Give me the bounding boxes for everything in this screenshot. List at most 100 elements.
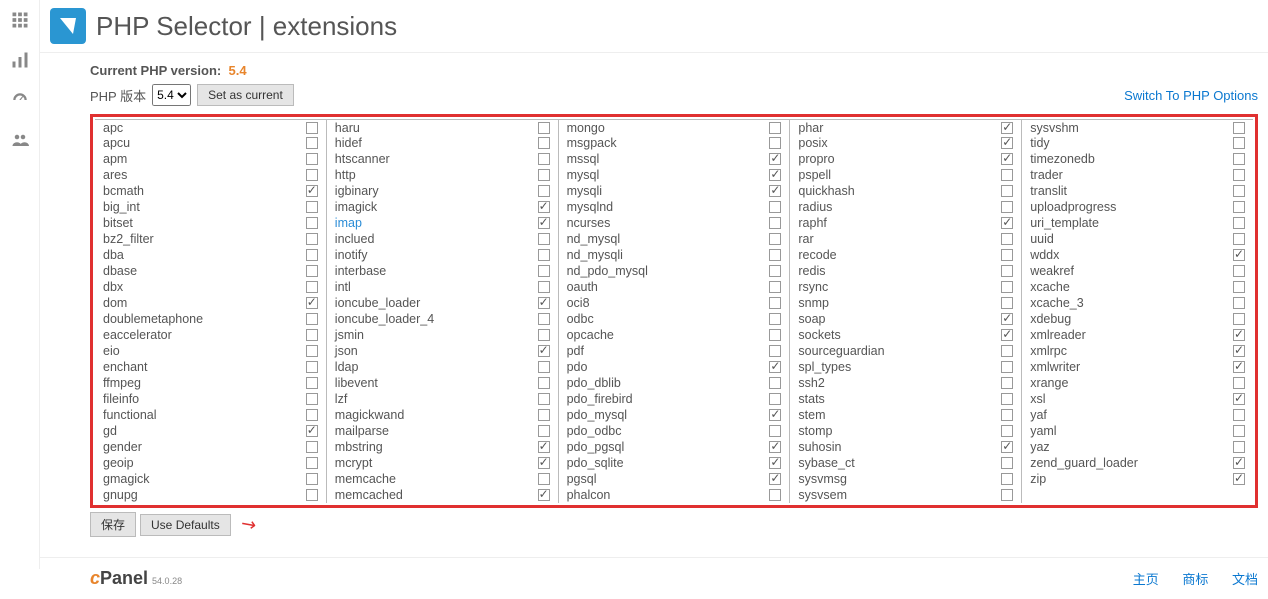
extension-checkbox[interactable] xyxy=(306,377,318,389)
use-defaults-button[interactable]: Use Defaults xyxy=(140,514,231,536)
extension-checkbox[interactable] xyxy=(306,489,318,501)
extension-checkbox[interactable] xyxy=(306,345,318,357)
extension-checkbox[interactable] xyxy=(1233,297,1245,309)
extension-checkbox[interactable] xyxy=(769,313,781,325)
extension-checkbox[interactable] xyxy=(769,122,781,134)
extension-checkbox[interactable] xyxy=(1001,313,1013,325)
extension-checkbox[interactable] xyxy=(769,361,781,373)
extension-checkbox[interactable] xyxy=(769,489,781,501)
footer-link-trademark[interactable]: 商标 xyxy=(1182,572,1208,587)
nav-dashboard-icon[interactable] xyxy=(0,80,40,120)
extension-checkbox[interactable] xyxy=(1233,473,1245,485)
extension-checkbox[interactable] xyxy=(306,169,318,181)
extension-checkbox[interactable] xyxy=(769,441,781,453)
extension-checkbox[interactable] xyxy=(1001,393,1013,405)
extension-checkbox[interactable] xyxy=(538,441,550,453)
extension-checkbox[interactable] xyxy=(1233,457,1245,469)
extension-checkbox[interactable] xyxy=(1233,249,1245,261)
extension-checkbox[interactable] xyxy=(769,169,781,181)
extension-checkbox[interactable] xyxy=(1001,249,1013,261)
extension-checkbox[interactable] xyxy=(306,425,318,437)
extension-checkbox[interactable] xyxy=(1233,281,1245,293)
extension-checkbox[interactable] xyxy=(538,473,550,485)
nav-apps-icon[interactable] xyxy=(0,0,40,40)
extension-checkbox[interactable] xyxy=(538,393,550,405)
extension-checkbox[interactable] xyxy=(538,233,550,245)
extension-checkbox[interactable] xyxy=(769,201,781,213)
extension-checkbox[interactable] xyxy=(769,233,781,245)
extension-checkbox[interactable] xyxy=(538,457,550,469)
extension-checkbox[interactable] xyxy=(1001,489,1013,501)
extension-checkbox[interactable] xyxy=(306,441,318,453)
extension-checkbox[interactable] xyxy=(1001,457,1013,469)
extension-checkbox[interactable] xyxy=(1001,122,1013,134)
extension-checkbox[interactable] xyxy=(538,409,550,421)
extension-checkbox[interactable] xyxy=(1001,281,1013,293)
extension-checkbox[interactable] xyxy=(306,409,318,421)
extension-checkbox[interactable] xyxy=(1233,361,1245,373)
extension-checkbox[interactable] xyxy=(1233,122,1245,134)
save-button[interactable]: 保存 xyxy=(90,512,136,537)
extension-checkbox[interactable] xyxy=(769,409,781,421)
extension-checkbox[interactable] xyxy=(1233,185,1245,197)
extension-checkbox[interactable] xyxy=(769,345,781,357)
extension-checkbox[interactable] xyxy=(769,393,781,405)
extension-checkbox[interactable] xyxy=(538,137,550,149)
extension-checkbox[interactable] xyxy=(769,457,781,469)
extension-checkbox[interactable] xyxy=(1001,185,1013,197)
extension-checkbox[interactable] xyxy=(1233,425,1245,437)
extension-checkbox[interactable] xyxy=(538,281,550,293)
switch-options-link[interactable]: Switch To PHP Options xyxy=(1124,88,1258,103)
extension-checkbox[interactable] xyxy=(1001,377,1013,389)
extension-checkbox[interactable] xyxy=(1233,441,1245,453)
extension-checkbox[interactable] xyxy=(1001,361,1013,373)
extension-checkbox[interactable] xyxy=(1233,233,1245,245)
extension-checkbox[interactable] xyxy=(306,249,318,261)
extension-checkbox[interactable] xyxy=(1001,233,1013,245)
extension-checkbox[interactable] xyxy=(769,217,781,229)
extension-checkbox[interactable] xyxy=(306,281,318,293)
extension-checkbox[interactable] xyxy=(1233,137,1245,149)
extension-checkbox[interactable] xyxy=(1233,169,1245,181)
extension-checkbox[interactable] xyxy=(538,265,550,277)
set-current-button[interactable]: Set as current xyxy=(197,84,294,106)
extension-checkbox[interactable] xyxy=(538,169,550,181)
extension-checkbox[interactable] xyxy=(769,281,781,293)
extension-checkbox[interactable] xyxy=(1001,473,1013,485)
extension-checkbox[interactable] xyxy=(769,265,781,277)
extension-checkbox[interactable] xyxy=(1233,409,1245,421)
extension-checkbox[interactable] xyxy=(769,137,781,149)
extension-checkbox[interactable] xyxy=(538,122,550,134)
extension-checkbox[interactable] xyxy=(306,393,318,405)
extension-checkbox[interactable] xyxy=(1233,345,1245,357)
extension-checkbox[interactable] xyxy=(538,377,550,389)
extension-checkbox[interactable] xyxy=(306,313,318,325)
extension-checkbox[interactable] xyxy=(306,217,318,229)
extension-checkbox[interactable] xyxy=(769,377,781,389)
extension-checkbox[interactable] xyxy=(538,185,550,197)
extension-checkbox[interactable] xyxy=(1001,345,1013,357)
extension-checkbox[interactable] xyxy=(306,201,318,213)
extension-checkbox[interactable] xyxy=(538,249,550,261)
extension-checkbox[interactable] xyxy=(769,297,781,309)
extension-checkbox[interactable] xyxy=(538,425,550,437)
extension-checkbox[interactable] xyxy=(306,329,318,341)
extension-checkbox[interactable] xyxy=(538,329,550,341)
extension-checkbox[interactable] xyxy=(306,153,318,165)
extension-checkbox[interactable] xyxy=(306,233,318,245)
extension-checkbox[interactable] xyxy=(1233,153,1245,165)
extension-checkbox[interactable] xyxy=(769,329,781,341)
extension-checkbox[interactable] xyxy=(306,265,318,277)
extension-checkbox[interactable] xyxy=(769,185,781,197)
extension-checkbox[interactable] xyxy=(538,361,550,373)
extension-checkbox[interactable] xyxy=(538,201,550,213)
extension-checkbox[interactable] xyxy=(538,489,550,501)
footer-link-docs[interactable]: 文档 xyxy=(1232,572,1258,587)
extension-checkbox[interactable] xyxy=(769,473,781,485)
extension-checkbox[interactable] xyxy=(1001,201,1013,213)
extension-checkbox[interactable] xyxy=(1001,137,1013,149)
extension-checkbox[interactable] xyxy=(1233,377,1245,389)
extension-checkbox[interactable] xyxy=(1001,409,1013,421)
nav-stats-icon[interactable] xyxy=(0,40,40,80)
extension-checkbox[interactable] xyxy=(538,313,550,325)
